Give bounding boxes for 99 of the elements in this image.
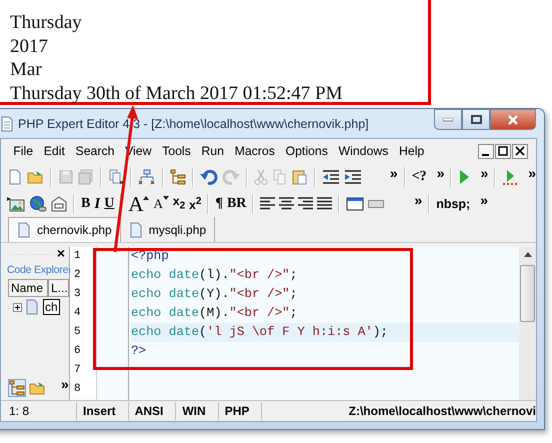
scroll-up-icon[interactable] (524, 252, 532, 257)
php-tag-button[interactable]: <? (412, 168, 427, 184)
up-triangle-icon (143, 196, 150, 200)
bold-button[interactable]: B (81, 196, 90, 212)
line-number: 6 (73, 344, 82, 359)
file-tab[interactable]: mysqli.php (120, 217, 216, 242)
underline-button[interactable]: U (104, 196, 114, 212)
code-editor[interactable]: 1 2 3 4 5 6 7 8 <?php echo date(l)."<br />"; echo date(Y)."<br />"; echo date(M)."<br />"; echo date('l jS \of F Y h:i:s A'); ?> (70, 247, 536, 400)
expand-icon[interactable] (13, 302, 22, 312)
status-field: ANSI (128, 402, 176, 420)
italic-button[interactable]: I (94, 196, 100, 212)
menu-item[interactable]: Edit (38, 144, 70, 158)
indent-icon[interactable] (344, 168, 362, 184)
column-header[interactable]: Name (8, 279, 48, 297)
more-tools-chevron[interactable]: » (528, 164, 536, 180)
folder-icon[interactable] (27, 168, 44, 184)
code-line: echo date(Y)."<br />"; (131, 286, 298, 303)
minimize-icon (443, 118, 453, 122)
menu-item[interactable]: Windows (333, 144, 394, 158)
line-number: 8 (73, 382, 82, 397)
line-number: 1 (73, 249, 82, 264)
shrink-font-button[interactable]: A (153, 196, 169, 212)
line-number: 4 (73, 306, 82, 321)
line-number: 3 (73, 287, 82, 302)
scroll-thumb[interactable] (520, 265, 535, 322)
maximize-button[interactable] (462, 109, 490, 130)
menu-item[interactable]: Macros (229, 144, 280, 158)
new-file-icon[interactable] (7, 168, 23, 184)
file-icon (128, 222, 143, 238)
close-button[interactable] (490, 109, 536, 130)
panel-title: Code Explorer (6, 264, 69, 276)
close-icon (508, 114, 518, 124)
pages-icon[interactable] (108, 168, 124, 184)
line-number: 2 (73, 268, 82, 283)
code-line: echo date(l)."<br />"; (131, 267, 298, 284)
file-icon (26, 299, 39, 315)
more-tools-chevron[interactable]: » (414, 192, 422, 208)
align-left-icon[interactable] (260, 196, 276, 210)
column-header[interactable]: L... (48, 279, 69, 297)
hierarchy-icon[interactable] (138, 168, 156, 184)
align-center-icon[interactable] (279, 196, 294, 210)
scrollbar[interactable] (519, 247, 536, 400)
rename-field[interactable]: ch (43, 299, 60, 315)
code-line: <?php (131, 248, 170, 265)
line-number: 7 (73, 363, 82, 378)
minimize-icon[interactable] (478, 144, 494, 158)
outdent-icon[interactable] (322, 168, 340, 184)
menu-item[interactable]: Search (70, 144, 120, 158)
paste-icon[interactable] (292, 168, 308, 184)
status-field: PHP (218, 402, 262, 420)
output-line: 2017 (10, 34, 49, 58)
paragraph-button[interactable]: ¶ (215, 196, 223, 212)
output-line: Mar (10, 58, 43, 82)
minimize-button[interactable] (434, 109, 462, 130)
folder-icon[interactable] (29, 380, 46, 396)
nbsp-button[interactable]: nbsp; (436, 196, 470, 212)
window-icon[interactable] (346, 196, 364, 212)
justify-icon[interactable] (317, 196, 332, 210)
more-tools-chevron[interactable]: » (436, 164, 444, 180)
subscript-button[interactable]: x$_{2}$ (172, 192, 186, 214)
more-tools-chevron[interactable]: » (390, 164, 398, 180)
debug-run-icon[interactable] (502, 168, 518, 184)
output-line: Thursday (10, 11, 83, 34)
file-icon (17, 222, 31, 238)
menu-item[interactable]: File (8, 144, 38, 158)
status-field: Insert (77, 402, 129, 420)
status-field: WIN (176, 402, 219, 420)
down-triangle-icon (162, 196, 169, 200)
code-line: echo date(M)."<br />"; (131, 305, 298, 322)
form-icon[interactable] (51, 196, 67, 212)
undo-icon[interactable] (200, 168, 218, 184)
menu-item[interactable]: Options (280, 144, 334, 158)
more-tools-chevron[interactable]: » (61, 376, 69, 392)
menu-item[interactable]: Help (394, 144, 430, 158)
align-right-icon[interactable] (298, 196, 314, 210)
menu-item[interactable]: Tools (156, 144, 196, 158)
status-field: 1: 8 (1, 402, 77, 420)
panel-close-button[interactable]: × (56, 247, 65, 261)
menu-item[interactable]: Run (196, 144, 230, 158)
line-break-button[interactable]: BR (226, 196, 246, 212)
close-icon[interactable] (512, 144, 528, 158)
globe-icon[interactable] (29, 196, 47, 212)
grow-font-button[interactable]: A (128, 196, 150, 212)
more-tools-chevron[interactable]: » (480, 164, 488, 180)
maximize-icon (470, 115, 482, 124)
outline-icon[interactable] (170, 168, 186, 184)
outline-icon[interactable] (8, 379, 26, 397)
output-line: Thursday 30th of March 2017 01:52:47 PM (10, 82, 344, 105)
image-icon[interactable] (7, 196, 25, 212)
line-number: 5 (73, 325, 82, 340)
superscript-button[interactable]: x$^{2}$ (189, 194, 202, 213)
more-tools-chevron[interactable]: » (480, 192, 488, 208)
maximize-icon[interactable] (495, 144, 511, 158)
file-tab[interactable]: chernovik.php (8, 217, 121, 242)
button-shape-icon[interactable] (368, 200, 384, 208)
code-line: ?> (131, 343, 148, 360)
status-field: Z:\home\localhost\www\chernovi (342, 402, 536, 420)
document-icon (0, 116, 14, 132)
play-icon[interactable] (458, 168, 470, 184)
